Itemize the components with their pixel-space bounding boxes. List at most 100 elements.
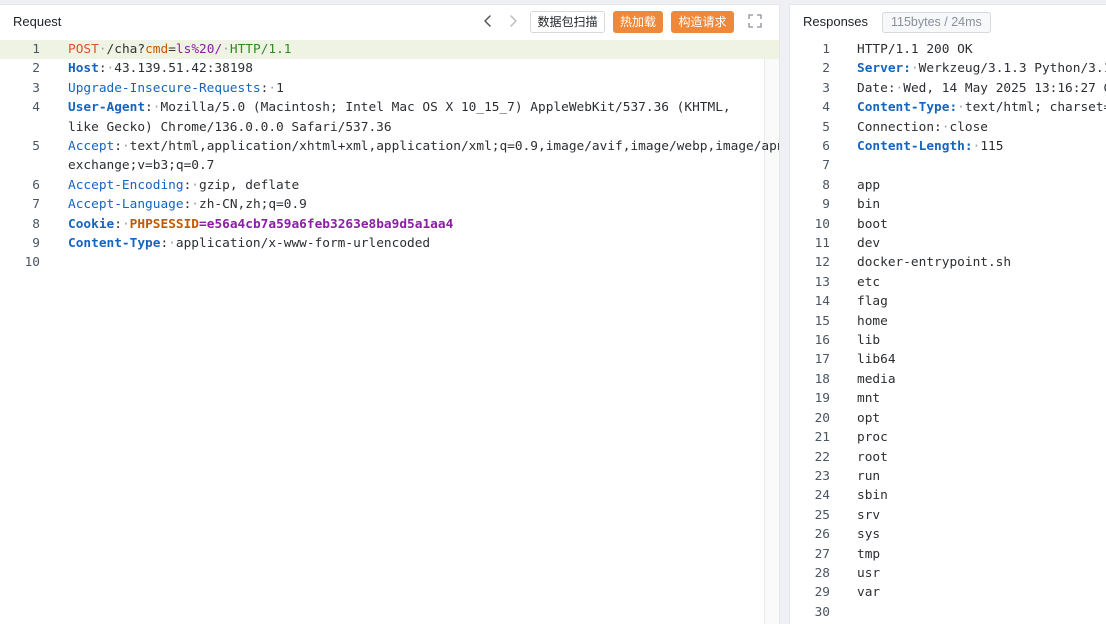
response-line-30: 30 — [790, 603, 1106, 622]
response-body-line: opt — [857, 410, 881, 426]
response-line-11: 11 dev — [790, 234, 1106, 253]
chevron-left-icon[interactable] — [478, 11, 498, 31]
response-line-29: 29 var — [790, 583, 1106, 602]
cookie-value: e56a4cb7a59a6feb3263e8ba9d5a1aa4 — [206, 216, 454, 232]
request-line-9: 9 Content-Type:·application/x-www-form-u… — [0, 234, 779, 253]
response-header-name: Content-Type — [857, 100, 950, 116]
request-title: Request — [13, 14, 62, 29]
line-number: 22 — [814, 449, 830, 465]
line-number: 2 — [822, 61, 830, 77]
line-number: 7 — [822, 158, 830, 174]
line-number: 5 — [822, 119, 830, 135]
line-number: 6 — [822, 139, 830, 155]
cookie-name: PHPSESSID — [129, 216, 200, 232]
hot-load-button[interactable]: 热加载 — [613, 11, 663, 33]
status-line: HTTP/1.1 200 OK — [857, 42, 973, 57]
response-line-15: 15 home — [790, 312, 1106, 331]
line-number: 18 — [814, 371, 830, 387]
response-line-25: 25 srv — [790, 506, 1106, 525]
http-method: POST — [68, 42, 99, 57]
response-line-26: 26 sys — [790, 525, 1106, 544]
response-body-line: home — [857, 313, 888, 329]
response-body-line: lib — [857, 333, 881, 349]
response-line-13: 13 etc — [790, 273, 1106, 292]
line-number: 9 — [32, 236, 40, 252]
line-number: 4 — [32, 100, 40, 116]
request-line-1: 1 POST·/cha?cmd=ls%20/·HTTP/1.1 — [0, 40, 779, 60]
header-value-accept-language: zh-CN,zh;q=0.9 — [199, 197, 307, 213]
response-header-name: Connection — [857, 119, 935, 135]
request-panel: Request 数据包扫描 热加载 构造请求 1 POST·/cha?cmd=l… — [0, 4, 780, 624]
line-number: 3 — [822, 80, 830, 96]
response-body-line: usr — [857, 565, 881, 581]
response-body-line: srv — [857, 507, 881, 523]
header-value-host: 43.139.51.42:38198 — [114, 61, 253, 77]
response-line-5: 5 Connection:·close — [790, 118, 1106, 137]
header-value-content-type: application/x-www-form-urlencoded — [175, 236, 431, 252]
request-line-8: 8 Cookie:·PHPSESSID=e56a4cb7a59a6feb3263… — [0, 215, 779, 234]
response-body-line: dev — [857, 236, 881, 252]
line-number: 10 — [814, 216, 830, 232]
param-value: ls%20/ — [175, 42, 223, 57]
response-size-badge: 115bytes / 24ms — [882, 12, 991, 33]
response-body-line: run — [857, 468, 881, 484]
packet-scan-button[interactable]: 数据包扫描 — [530, 11, 605, 33]
header-name-content-type: Content-Type — [68, 236, 161, 252]
request-header: Request 数据包扫描 热加载 构造请求 — [0, 5, 779, 39]
line-number: 1 — [32, 42, 40, 57]
header-name-accept-language: Accept-Language — [68, 197, 184, 213]
response-header-value: 115 — [980, 139, 1004, 155]
line-number: 17 — [814, 352, 830, 368]
line-number: 11 — [814, 236, 830, 252]
response-line-8: 8 app — [790, 176, 1106, 195]
line-number: 15 — [814, 313, 830, 329]
response-line-22: 22 root — [790, 448, 1106, 467]
param-equals: = — [168, 42, 176, 57]
response-line-18: 18 media — [790, 370, 1106, 389]
request-editor[interactable]: 1 POST·/cha?cmd=ls%20/·HTTP/1.1 2 Host:·… — [0, 40, 779, 624]
line-number: 23 — [814, 468, 830, 484]
response-body-line: sys — [857, 527, 881, 543]
line-number: 30 — [814, 604, 830, 620]
response-line-2: 2 Server:·Werkzeug/3.1.3 Python/3.1 — [790, 59, 1106, 78]
line-number: 25 — [814, 507, 830, 523]
response-header-name: Date — [857, 80, 888, 96]
request-line-6: 6 Accept-Encoding:·gzip, deflate — [0, 176, 779, 195]
response-line-21: 21 proc — [790, 428, 1106, 447]
response-line-19: 19 mnt — [790, 389, 1106, 408]
line-number: 13 — [814, 274, 830, 290]
line-number: 20 — [814, 410, 830, 426]
response-body-line: app — [857, 177, 881, 193]
line-number: 8 — [32, 216, 40, 232]
header-name-host: Host — [68, 61, 99, 77]
request-line-5: 5 Accept:·text/html,application/xhtml+xm… — [0, 137, 779, 176]
header-name-user-agent: User-Agent — [68, 100, 146, 116]
response-body-line: proc — [857, 430, 888, 446]
response-line-3: 3 Date:·Wed, 14 May 2025 13:16:27 G — [790, 79, 1106, 98]
response-body-line: flag — [857, 294, 888, 310]
header-name-upgrade: Upgrade-Insecure-Requests — [68, 80, 261, 96]
chevron-right-icon[interactable] — [503, 11, 523, 31]
line-number: 21 — [814, 430, 830, 446]
param-key: cmd — [145, 42, 169, 57]
response-header-value: text/html; charset= — [964, 100, 1106, 116]
response-editor[interactable]: 1 HTTP/1.1 200 OK 2 Server:·Werkzeug/3.1.3 … — [790, 40, 1106, 624]
response-line-6: 6 Content-Length:·115 — [790, 137, 1106, 156]
response-header-value: close — [949, 119, 989, 135]
request-line-7: 7 Accept-Language:·zh-CN,zh;q=0.9 — [0, 195, 779, 214]
response-body-line: etc — [857, 274, 881, 290]
line-number: 3 — [32, 80, 40, 96]
response-line-28: 28 usr — [790, 564, 1106, 583]
line-number: 24 — [814, 488, 830, 504]
request-line-2: 2 Host:·43.139.51.42:38198 — [0, 59, 779, 78]
response-line-16: 16 lib — [790, 331, 1106, 350]
response-header: Responses 115bytes / 24ms — [790, 5, 1106, 39]
response-line-14: 14 flag — [790, 292, 1106, 311]
expand-icon[interactable] — [748, 14, 762, 28]
header-value-accept: text/html,application/xhtml+xml,applicat… — [68, 139, 779, 174]
line-number: 10 — [24, 255, 40, 271]
build-request-button[interactable]: 构造请求 — [671, 11, 734, 33]
response-body-line: sbin — [857, 488, 888, 504]
line-number: 28 — [814, 565, 830, 581]
line-number: 29 — [814, 585, 830, 601]
